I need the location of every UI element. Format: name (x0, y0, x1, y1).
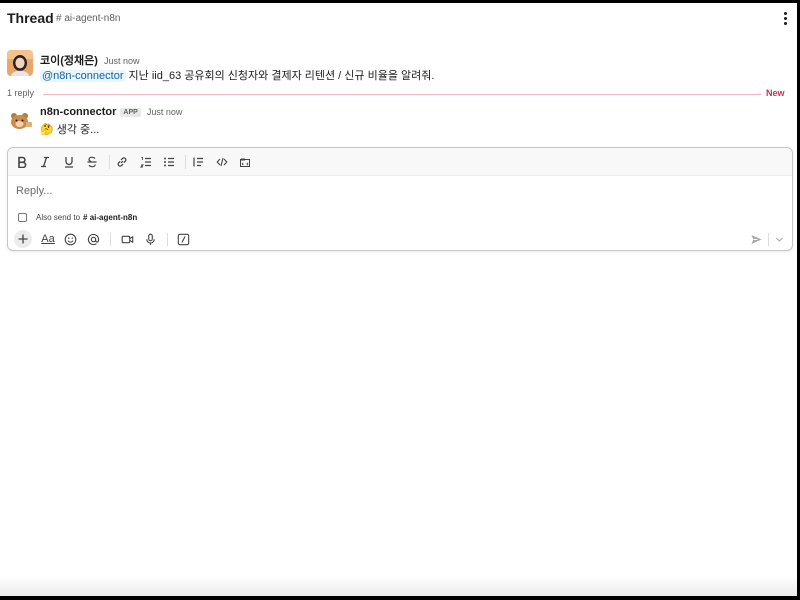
reply-message: n8n-connector APP Just now 🤔 생각 중... (0, 103, 797, 139)
sender-name[interactable]: n8n-connector (40, 106, 116, 118)
chevron-down-icon[interactable] (772, 230, 786, 248)
thread-channel-link[interactable]: # ai-agent-n8n (56, 13, 121, 24)
app-badge: APP (120, 108, 141, 117)
link-icon[interactable] (114, 154, 130, 170)
mention-icon[interactable] (84, 230, 102, 248)
message-timestamp[interactable]: Just now (147, 107, 183, 117)
text-format-icon[interactable]: Aa (38, 230, 58, 248)
replies-divider: 1 reply New (0, 87, 797, 101)
user-avatar[interactable] (7, 50, 33, 76)
thinking-emoji-icon: 🤔 (40, 124, 54, 136)
thread-header: Thread # ai-agent-n8n (0, 3, 797, 35)
video-icon[interactable] (118, 230, 136, 248)
thread-panel: Thread # ai-agent-n8n 코이(정채은) Just now @n… (0, 3, 797, 596)
code-icon[interactable] (214, 154, 230, 170)
blockquote-icon[interactable] (190, 154, 206, 170)
code-block-icon[interactable] (237, 154, 253, 170)
send-icon[interactable] (747, 230, 765, 248)
message-sender[interactable]: 코이(정채은) Just now (40, 52, 139, 68)
new-divider-line (43, 94, 761, 95)
reply-input[interactable] (16, 182, 776, 200)
also-send-label: Also send to (36, 212, 81, 222)
action-divider (110, 233, 111, 246)
bottom-edge (0, 575, 797, 596)
message-timestamp[interactable]: Just now (104, 56, 140, 66)
message-body: 🤔 생각 중... (40, 121, 99, 137)
ordered-list-icon[interactable] (138, 154, 154, 170)
composer-action-bar: Aa (8, 228, 792, 250)
slash-command-icon[interactable] (174, 230, 192, 248)
message-body: @n8n-connector 지난 iid_63 공유회의 신청자와 결제자 리… (40, 67, 434, 83)
emoji-icon[interactable] (61, 230, 79, 248)
user-mention[interactable]: @n8n-connector (40, 70, 126, 82)
underline-icon[interactable] (61, 154, 77, 170)
italic-icon[interactable] (37, 154, 53, 170)
message-text: 생각 중... (53, 124, 100, 136)
formatting-toolbar (8, 148, 792, 176)
parent-message: 코이(정채은) Just now @n8n-connector 지난 iid_63… (0, 49, 797, 83)
also-send-checkbox[interactable] (18, 212, 27, 222)
message-sender[interactable]: n8n-connector APP Just now (40, 106, 182, 118)
strikethrough-icon[interactable] (84, 154, 100, 170)
also-send-option: Also send to # ai-agent-n8n (18, 210, 137, 224)
kebab-vertical-icon[interactable] (778, 9, 792, 27)
reply-count: 1 reply (7, 88, 35, 98)
new-label: New (766, 88, 785, 98)
also-send-channel: # ai-agent-n8n (83, 212, 138, 222)
toolbar-divider (185, 155, 186, 169)
action-divider (768, 233, 769, 246)
bulleted-list-icon[interactable] (161, 154, 177, 170)
thread-title: Thread (7, 10, 54, 26)
sender-name[interactable]: 코이(정채은) (40, 55, 98, 67)
message-text: 지난 iid_63 공유회의 신청자와 결제자 리텐션 / 신규 비율을 알려줘… (125, 70, 435, 82)
plus-icon[interactable] (14, 230, 32, 248)
toolbar-divider (109, 155, 110, 169)
reply-composer: Also send to # ai-agent-n8n Aa (7, 147, 793, 251)
bear-avatar[interactable] (7, 108, 33, 134)
bold-icon[interactable] (14, 154, 30, 170)
microphone-icon[interactable] (141, 230, 159, 248)
action-divider (167, 233, 168, 246)
